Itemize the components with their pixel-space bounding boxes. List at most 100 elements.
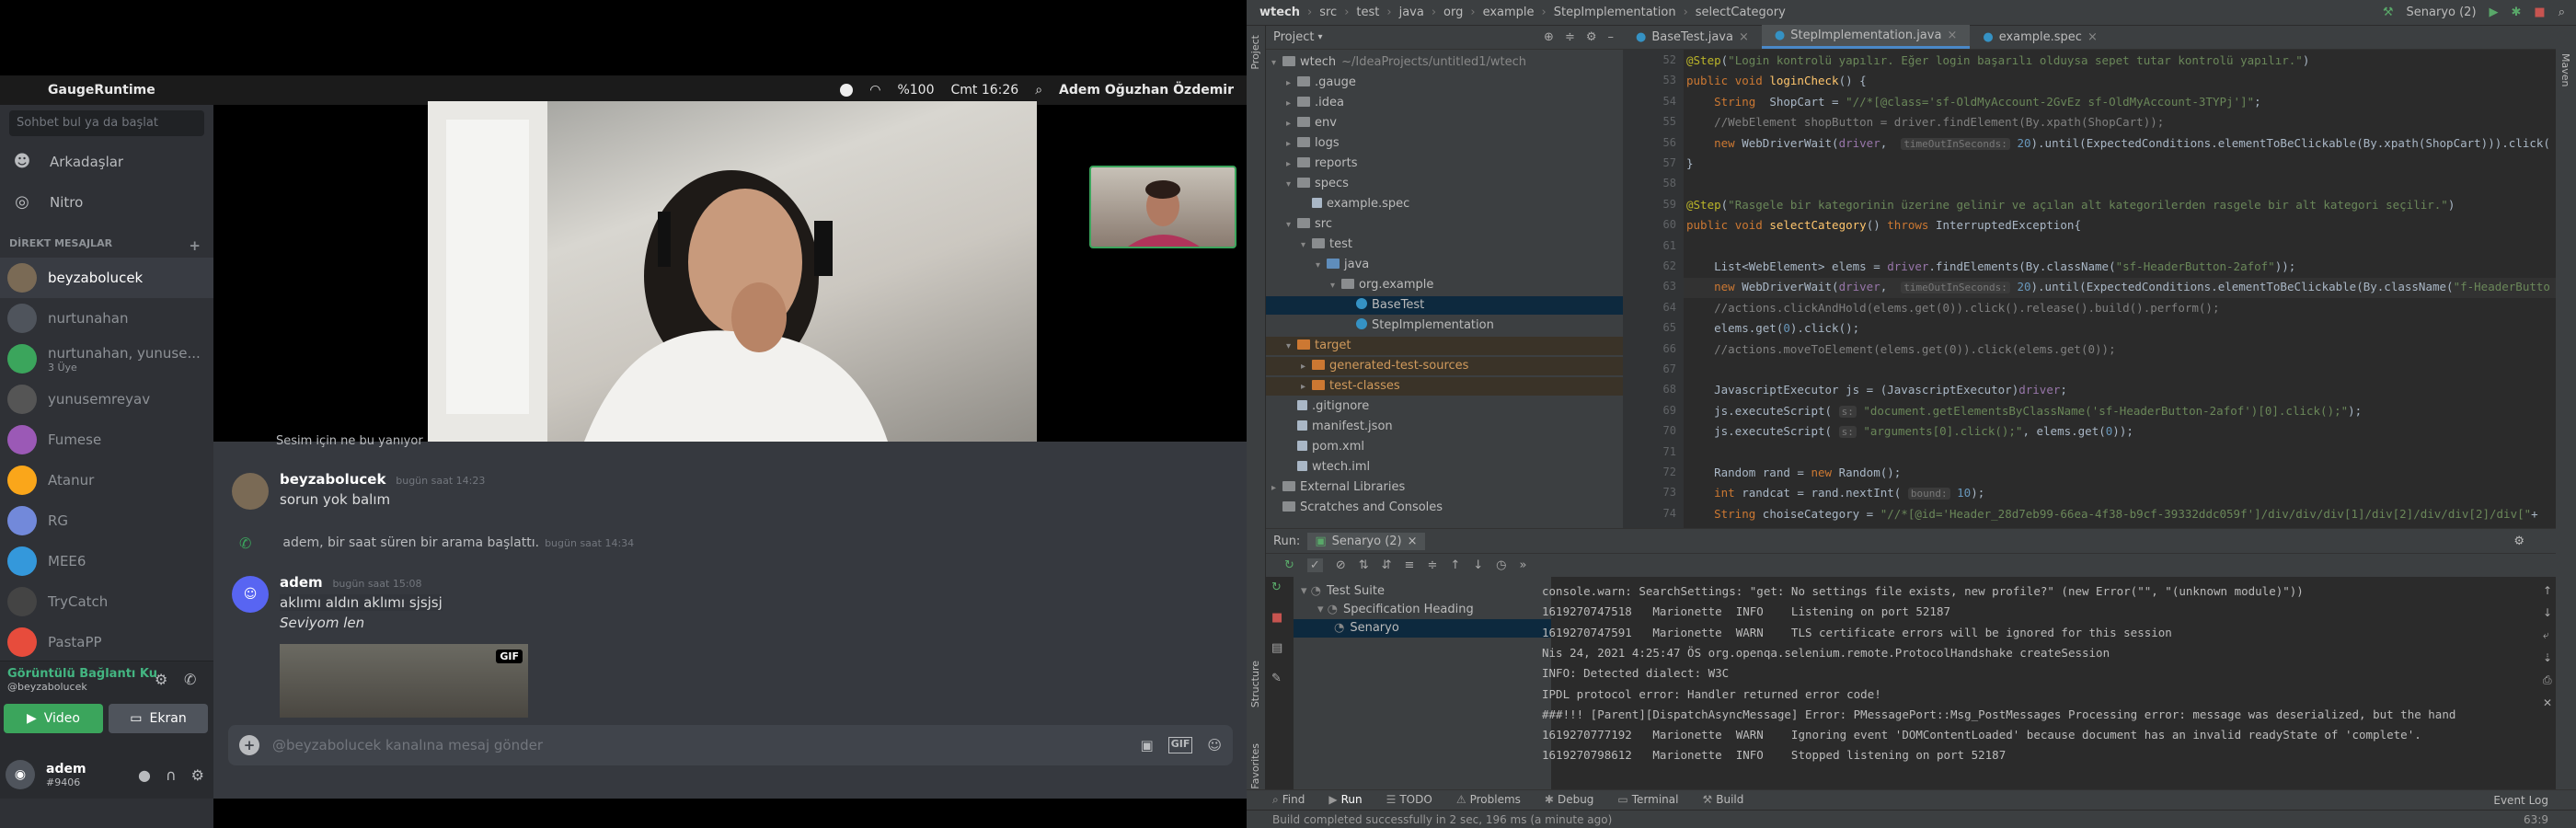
- close-icon[interactable]: ×: [1408, 535, 1418, 548]
- search-input[interactable]: Sohbet bul ya da başlat: [9, 110, 204, 136]
- breadcrumb-item[interactable]: test: [1356, 6, 1379, 19]
- project-tool-label[interactable]: Project: [1249, 35, 1261, 70]
- tree-node[interactable]: ▸ .idea: [1266, 94, 1623, 112]
- tool-button-todo[interactable]: ☰ TODO: [1386, 793, 1432, 807]
- main-video-feed[interactable]: [428, 101, 1037, 442]
- code-line[interactable]: JavascriptExecutor js = (JavascriptExecu…: [1686, 383, 2067, 397]
- more-icon[interactable]: »: [1520, 558, 1527, 572]
- code-line[interactable]: List<WebElement> elems = driver.findElem…: [1686, 259, 2295, 273]
- hammer-icon[interactable]: ⚒: [2383, 6, 2394, 19]
- expand-arrow-icon[interactable]: ▸: [1286, 135, 1297, 154]
- expand-arrow-icon[interactable]: ▸: [1301, 378, 1312, 397]
- headphones-icon[interactable]: ∩: [166, 766, 177, 784]
- discord-avatar[interactable]: ☺: [232, 576, 269, 613]
- tool-button-terminal[interactable]: ▭ Terminal: [1617, 793, 1678, 807]
- code-line[interactable]: public void selectCategory() throws Inte…: [1686, 218, 2081, 232]
- project-label[interactable]: Project: [1273, 30, 1314, 44]
- run-icon[interactable]: ▶: [2490, 6, 2499, 19]
- show-ignored-icon[interactable]: ⊘: [1336, 558, 1346, 572]
- run-again-icon[interactable]: ↻: [1271, 581, 1282, 594]
- soft-wrap-icon[interactable]: ⤶: [2543, 628, 2552, 642]
- print-icon[interactable]: ⎙: [2543, 673, 2552, 687]
- breadcrumb-item[interactable]: java: [1399, 6, 1424, 19]
- breadcrumb-item[interactable]: example: [1483, 6, 1535, 19]
- emoji-icon[interactable]: ☺: [1207, 737, 1222, 753]
- expand-icon[interactable]: ≡: [1405, 558, 1415, 572]
- code-line[interactable]: @Step("Login kontrolü yapılır. Eğer logi…: [1686, 53, 2309, 67]
- message-author[interactable]: beyzabolucek: [280, 471, 385, 488]
- tree-node[interactable]: manifest.json: [1266, 418, 1623, 436]
- debug-icon[interactable]: ✱: [2512, 6, 2522, 19]
- spotlight-icon[interactable]: ⌕: [1035, 83, 1042, 98]
- sort-duration-icon[interactable]: ⇵: [1382, 558, 1392, 572]
- user-name[interactable]: Adem Oğuzhan Özdemir: [1059, 83, 1234, 98]
- chevron-down-icon[interactable]: ▾: [1317, 32, 1322, 42]
- scroll-down-icon[interactable]: ↓: [2543, 606, 2552, 619]
- code-line[interactable]: }: [1686, 156, 1694, 170]
- expand-arrow-icon[interactable]: ▾: [1301, 236, 1312, 255]
- down-icon[interactable]: ↓: [1473, 558, 1483, 572]
- add-attachment-icon[interactable]: +: [239, 735, 259, 755]
- dm-item[interactable]: Fumese: [0, 420, 213, 460]
- tree-node[interactable]: ▸ generated-test-sources: [1266, 357, 1623, 375]
- tree-node[interactable]: Scratches and Consoles: [1266, 499, 1623, 517]
- gift-icon[interactable]: ▣: [1141, 737, 1154, 753]
- tool-button-find[interactable]: ⌕ Find: [1272, 793, 1305, 807]
- message-author[interactable]: adem: [280, 574, 323, 591]
- avatar[interactable]: [232, 473, 269, 510]
- editor-tab[interactable]: ● BaseTest.java ×: [1623, 25, 1762, 49]
- expand-arrow-icon[interactable]: ▸: [1286, 115, 1297, 133]
- tool-button-build[interactable]: ⚒ Build: [1702, 793, 1743, 807]
- gif-embed[interactable]: GIF: [280, 644, 528, 718]
- dm-item[interactable]: TryCatch: [0, 581, 213, 622]
- code-line[interactable]: new WebDriverWait(driver, timeOutInSecon…: [1686, 136, 2550, 150]
- mic-icon[interactable]: ●: [138, 766, 151, 784]
- expand-arrow-icon[interactable]: ▸: [1271, 479, 1282, 498]
- maven-tool-label[interactable]: Maven: [2559, 53, 2571, 86]
- dm-item[interactable]: Atanur: [0, 460, 213, 500]
- dm-item[interactable]: MEE6: [0, 541, 213, 581]
- tree-node[interactable]: ▸ .gauge: [1266, 74, 1623, 92]
- message-input[interactable]: + @beyzabolucek kanalına mesaj gönder ▣ …: [228, 725, 1233, 765]
- tree-node[interactable]: ▸ reports: [1266, 155, 1623, 173]
- test-node[interactable]: ▾ ◔ Specification Heading: [1294, 601, 1551, 619]
- show-passed-icon[interactable]: ✓: [1306, 558, 1323, 572]
- cursor-position[interactable]: 63:9: [2524, 813, 2548, 826]
- expand-arrow-icon[interactable]: ▾: [1316, 257, 1327, 275]
- code-line[interactable]: int randcat = rand.nextInt( bound: 10);: [1686, 486, 1984, 500]
- scroll-up-icon[interactable]: ↑: [2543, 584, 2552, 597]
- search-icon[interactable]: ⌕: [2559, 6, 2565, 19]
- dm-item[interactable]: yunusemreyav: [0, 379, 213, 420]
- tree-node[interactable]: .gitignore: [1266, 397, 1623, 416]
- tree-node[interactable]: example.spec: [1266, 195, 1623, 213]
- run-config-select[interactable]: Senaryo (2): [2407, 6, 2477, 19]
- tree-node[interactable]: ▾ specs: [1266, 175, 1623, 193]
- tree-node[interactable]: ▾ wtech ~/IdeaProjects/untitled1/wtech: [1266, 53, 1623, 72]
- dm-item[interactable]: nurtunahan, yunuse... 3 Üye: [0, 339, 213, 379]
- expand-arrow-icon[interactable]: ▾: [1271, 54, 1282, 73]
- self-video-preview[interactable]: [1089, 166, 1236, 248]
- trash-icon[interactable]: ✕: [2543, 696, 2552, 709]
- clock[interactable]: Cmt 16:26: [950, 83, 1018, 98]
- code-line[interactable]: js.executeScript( s: "document.getElemen…: [1686, 404, 2362, 418]
- editor-tab[interactable]: ● StepImplementation.java ×: [1761, 25, 1971, 49]
- code-line[interactable]: public void loginCheck() {: [1686, 74, 1867, 87]
- breadcrumb-item[interactable]: selectCategory: [1696, 6, 1786, 19]
- test-node[interactable]: ▾ ◔ Test Suite: [1294, 582, 1551, 601]
- code-line[interactable]: @Step("Rasgele bir kategorinin üzerine g…: [1686, 198, 2455, 212]
- expand-arrow-icon[interactable]: ▸: [1286, 155, 1297, 174]
- tool-button-debug[interactable]: ✱ Debug: [1545, 793, 1594, 807]
- video-button[interactable]: ▶ Video: [4, 704, 103, 733]
- tree-node[interactable]: ▾ java: [1266, 256, 1623, 274]
- nav-item[interactable]: ◎ Nitro: [0, 182, 213, 223]
- gear-icon[interactable]: ⚙: [1586, 30, 1597, 44]
- code-line[interactable]: //WebElement shopButton = driver.findEle…: [1686, 115, 2164, 129]
- stop-icon[interactable]: ■: [2534, 6, 2545, 19]
- close-icon[interactable]: ×: [1947, 29, 1957, 42]
- add-dm-icon[interactable]: +: [189, 237, 201, 254]
- tree-node[interactable]: ▾ src: [1266, 215, 1623, 234]
- tree-node[interactable]: ▾ org.example: [1266, 276, 1623, 294]
- expand-arrow-icon[interactable]: ▸: [1286, 75, 1297, 93]
- favorites-tool-label[interactable]: Favorites: [1249, 743, 1261, 789]
- breadcrumb-item[interactable]: org: [1443, 6, 1463, 19]
